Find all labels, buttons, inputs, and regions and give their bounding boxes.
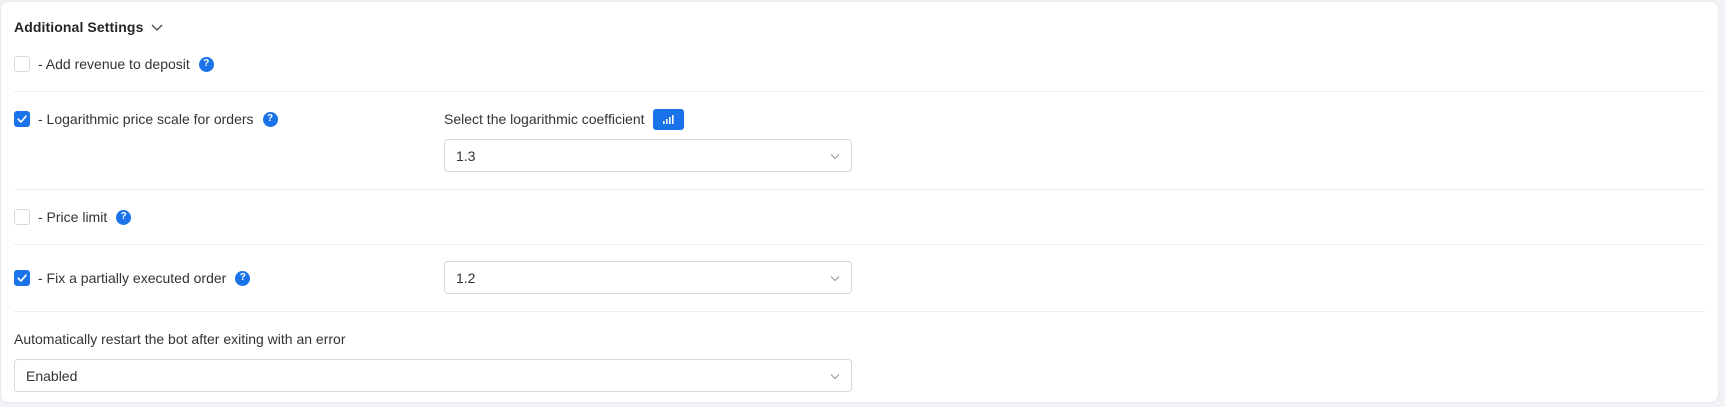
bar-chart-icon [662, 114, 674, 124]
divider [14, 311, 1705, 312]
add-revenue-row: - Add revenue to deposit ? [14, 54, 214, 74]
divider [14, 189, 1705, 190]
add-revenue-checkbox[interactable] [14, 56, 30, 72]
fix-partial-select[interactable]: 1.2 [444, 261, 852, 294]
divider [14, 91, 1705, 92]
add-revenue-label: - Add revenue to deposit [38, 56, 190, 72]
price-limit-label: - Price limit [38, 209, 108, 225]
fix-partial-value: 1.2 [456, 269, 476, 286]
section-title: Additional Settings [14, 19, 144, 35]
auto-restart-select[interactable]: Enabled [14, 359, 852, 392]
fix-partial-checkbox[interactable] [14, 270, 30, 286]
chart-button[interactable] [652, 108, 684, 130]
additional-settings-card: Additional Settings - Add revenue to dep… [0, 1, 1719, 403]
log-coef-select[interactable]: 1.3 [444, 139, 852, 172]
auto-restart-value: Enabled [26, 367, 78, 384]
log-scale-checkbox[interactable] [14, 111, 30, 127]
chevron-down-icon [830, 276, 840, 282]
help-icon[interactable]: ? [116, 209, 132, 225]
log-coef-label: Select the logarithmic coefficient [444, 111, 645, 127]
price-limit-checkbox[interactable] [14, 209, 30, 225]
help-icon[interactable]: ? [198, 56, 214, 72]
fix-partial-row: - Fix a partially executed order ? [14, 268, 251, 288]
log-coef-label-group: Select the logarithmic coefficient [444, 108, 684, 130]
additional-settings-toggle[interactable]: Additional Settings [14, 17, 164, 37]
log-scale-label: - Logarithmic price scale for orders [38, 111, 254, 127]
checkmark-icon [17, 274, 27, 282]
checkmark-icon [17, 115, 27, 123]
price-limit-row: - Price limit ? [14, 207, 132, 227]
help-icon[interactable]: ? [262, 111, 278, 127]
chevron-down-icon [151, 24, 163, 31]
auto-restart-label: Automatically restart the bot after exit… [14, 331, 346, 347]
fix-partial-label: - Fix a partially executed order [38, 270, 227, 286]
help-icon[interactable]: ? [235, 270, 251, 286]
log-scale-row: - Logarithmic price scale for orders ? [14, 109, 278, 129]
chevron-down-icon [830, 154, 840, 160]
divider [14, 244, 1705, 245]
log-coef-value: 1.3 [456, 147, 476, 164]
chevron-down-icon [830, 374, 840, 380]
